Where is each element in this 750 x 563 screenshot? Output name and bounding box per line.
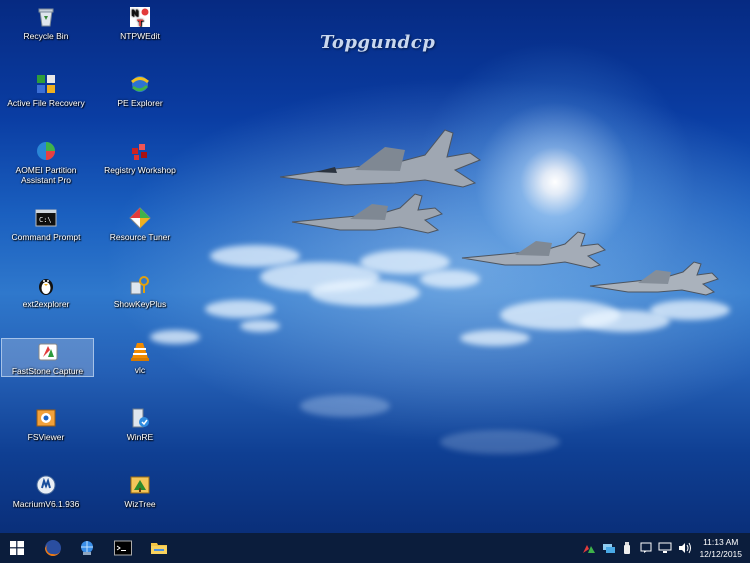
fsviewer-icon [35, 407, 57, 429]
showkeyplus-icon [129, 274, 151, 296]
resource-tuner-icon [129, 207, 151, 229]
network-drive-icon[interactable] [602, 541, 616, 555]
command-prompt-desktop-icon[interactable]: C:\ Command Prompt [3, 205, 89, 267]
registry-workshop-desktop-icon[interactable]: Registry Workshop [97, 138, 183, 200]
vlc-icon [129, 340, 151, 362]
usb-icon[interactable] [622, 541, 632, 555]
command-prompt-taskbar-button[interactable] [106, 533, 140, 563]
macrium-desktop-icon[interactable]: MacriumV6.1.936 [3, 472, 89, 533]
system-tray [582, 533, 692, 563]
macrium-icon [35, 474, 57, 496]
ntpwedit-desktop-icon[interactable]: NT NTPWEdit [97, 4, 183, 66]
faststone-capture-icon [37, 341, 59, 363]
ext2explorer-icon [35, 274, 57, 296]
volume-icon[interactable] [678, 542, 692, 554]
faststone-capture-desktop-icon[interactable]: FastStone Capture [1, 338, 94, 377]
network-globe-icon [81, 541, 93, 555]
registry-workshop-icon [129, 140, 151, 162]
resource-tuner-desktop-icon[interactable]: Resource Tuner [97, 205, 183, 267]
ntpwedit-icon: NT [129, 6, 151, 29]
ext2explorer-desktop-icon[interactable]: ext2explorer [3, 272, 89, 334]
clock[interactable]: 11:13 AM 12/12/2015 [699, 536, 742, 560]
aomei-partition-icon [35, 140, 57, 162]
network-globe-taskbar-button[interactable] [70, 533, 104, 563]
firefox-icon [45, 540, 62, 556]
jet-image [279, 129, 482, 188]
recycle-bin-desktop-icon[interactable]: Recycle Bin [3, 4, 89, 66]
command-prompt-icon: C:\ [35, 207, 57, 229]
network-icon[interactable] [658, 542, 672, 554]
action-center-icon[interactable] [640, 542, 652, 554]
pe-explorer-desktop-icon[interactable]: PE Explorer [97, 71, 183, 133]
file-explorer-icon [151, 543, 167, 554]
jet-image [589, 261, 719, 296]
showkeyplus-desktop-icon[interactable]: ShowKeyPlus [97, 272, 183, 334]
active-file-recovery-desktop-icon[interactable]: Active File Recovery [3, 71, 89, 133]
winre-icon [129, 407, 151, 429]
svg-text:C:\: C:\ [39, 216, 52, 224]
clock-date: 12/12/2015 [699, 549, 742, 559]
wiztree-desktop-icon[interactable]: WizTree [97, 472, 183, 533]
windows-logo-icon [10, 541, 24, 555]
clock-time: 11:13 AM [703, 537, 739, 547]
firefox-taskbar-button[interactable] [36, 533, 70, 563]
jet-image [291, 193, 443, 234]
command-prompt-icon [114, 540, 132, 556]
taskbar: 11:13 AM 12/12/2015 [0, 533, 750, 563]
svg-text:N: N [131, 9, 139, 19]
svg-text:T: T [137, 19, 144, 28]
wiztree-icon [129, 474, 151, 496]
tray-app-icon[interactable] [582, 541, 596, 555]
wallpaper-title: Topgundcp [320, 32, 436, 53]
active-file-recovery-icon [35, 73, 57, 95]
desktop[interactable]: Topgundcp Recycle Bin Active File Recove… [0, 0, 750, 533]
file-explorer-taskbar-button[interactable] [142, 533, 176, 563]
aomei-partition-desktop-icon[interactable]: AOMEI Partition Assistant Pro [3, 138, 89, 200]
pe-explorer-icon [129, 73, 151, 95]
fsviewer-desktop-icon[interactable]: FSViewer [3, 405, 89, 467]
winre-desktop-icon[interactable]: WinRE [97, 405, 183, 467]
start-button[interactable] [0, 533, 34, 563]
vlc-desktop-icon[interactable]: vlc [97, 338, 183, 400]
recycle-bin-icon [35, 6, 57, 28]
